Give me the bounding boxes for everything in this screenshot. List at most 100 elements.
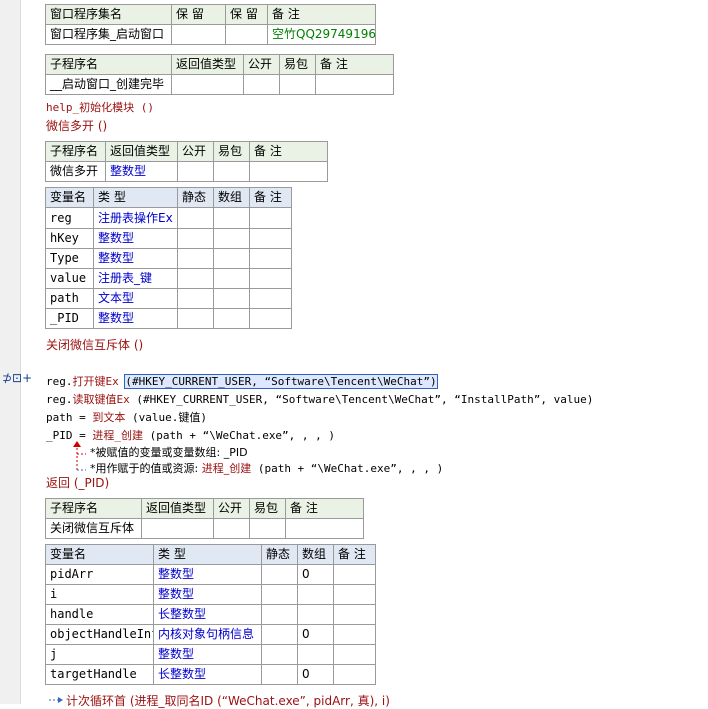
table-cell[interactable] [261, 564, 298, 585]
table-cell[interactable] [225, 24, 268, 45]
var-name-cell[interactable]: handle [45, 604, 154, 625]
table-row[interactable]: path 文本型 [45, 288, 292, 309]
table-row[interactable]: _PID 整数型 [45, 308, 292, 329]
table-cell[interactable] [333, 644, 376, 665]
table-row[interactable]: 关闭微信互斥体 [45, 518, 364, 539]
table-cell[interactable] [315, 74, 394, 95]
code-line-close-mutex[interactable]: 关闭微信互斥体 () [46, 336, 143, 353]
var-name-cell[interactable]: objectHandleInfo [45, 624, 154, 645]
code-line-wechat-multi[interactable]: 微信多开 () [46, 117, 107, 134]
code-line-loop[interactable]: 计次循环首 (进程_取同名ID (“WeChat.exe”, pidArr, 真… [66, 692, 390, 709]
code-args-selected[interactable]: (#HKEY_CURRENT_USER, “Software\Tencent\W… [124, 374, 438, 389]
table-cell[interactable] [177, 228, 214, 249]
breakpoint-marker[interactable]: ⊅⊡+ [2, 371, 32, 385]
table-cell[interactable] [213, 308, 250, 329]
array-cell[interactable]: 0 [297, 664, 334, 685]
code-line-return[interactable]: 返回 (_PID) [46, 474, 109, 491]
table-cell[interactable] [213, 161, 250, 182]
table-cell[interactable] [249, 288, 292, 309]
table-cell[interactable] [249, 161, 328, 182]
var-type-cell[interactable]: 注册表_键 [93, 268, 178, 289]
table-row[interactable]: __启动窗口_创建完毕 [45, 74, 394, 95]
table-cell[interactable] [249, 268, 292, 289]
table-row[interactable]: objectHandleInfo 内核对象句柄信息 0 [45, 624, 376, 645]
remark-cell[interactable]: 空竹QQ2974919645 [267, 24, 376, 45]
table-row[interactable]: 窗口程序集_启动窗口 空竹QQ2974919645 [45, 24, 376, 45]
var-name-cell[interactable]: reg [45, 207, 94, 229]
table-row[interactable]: j 整数型 [45, 644, 376, 665]
table-cell[interactable] [171, 74, 244, 95]
table-cell[interactable] [177, 268, 214, 289]
table-cell[interactable] [213, 288, 250, 309]
var-type-cell[interactable]: 整数型 [153, 584, 262, 605]
var-name-cell[interactable]: j [45, 644, 154, 665]
table-cell[interactable] [213, 268, 250, 289]
var-name-cell[interactable]: targetHandle [45, 664, 154, 685]
table-cell[interactable] [285, 518, 364, 539]
code-line-read-value[interactable]: reg.读取键值Ex (#HKEY_CURRENT_USER, “Softwar… [46, 391, 593, 407]
array-cell[interactable]: 0 [297, 564, 334, 585]
table-cell[interactable] [213, 228, 250, 249]
subroutine-name[interactable]: 关闭微信互斥体 [45, 518, 142, 539]
table-cell[interactable] [261, 644, 298, 665]
array-cell[interactable] [297, 644, 334, 665]
table-cell[interactable] [249, 248, 292, 269]
var-name-cell[interactable]: hKey [45, 228, 94, 249]
return-type-cell[interactable]: 整数型 [105, 161, 178, 182]
table-row[interactable]: value 注册表_键 [45, 268, 292, 289]
array-cell[interactable] [297, 604, 334, 625]
program-set-name[interactable]: 窗口程序集_启动窗口 [45, 24, 172, 45]
table-cell[interactable] [333, 604, 376, 625]
table-cell[interactable] [261, 624, 298, 645]
table-cell[interactable] [333, 564, 376, 585]
subroutine-name[interactable]: 微信多开 [45, 161, 106, 182]
table-row[interactable]: handle 长整数型 [45, 604, 376, 625]
var-type-cell[interactable]: 整数型 [93, 248, 178, 269]
table-cell[interactable] [177, 161, 214, 182]
var-name-cell[interactable]: pidArr [45, 564, 154, 585]
code-line-init[interactable]: help_初始化模块 () [46, 99, 154, 115]
var-type-cell[interactable]: 内核对象句柄信息 [153, 624, 262, 645]
subroutine-name[interactable]: __启动窗口_创建完毕 [45, 74, 172, 95]
table-row[interactable]: Type 整数型 [45, 248, 292, 269]
table-cell[interactable] [177, 288, 214, 309]
table-row[interactable]: 微信多开 整数型 [45, 161, 328, 182]
var-type-cell[interactable]: 整数型 [93, 308, 178, 329]
table-cell[interactable] [177, 308, 214, 329]
table-cell[interactable] [261, 664, 298, 685]
array-cell[interactable] [297, 584, 334, 605]
var-name-cell[interactable]: value [45, 268, 94, 289]
table-row[interactable]: targetHandle 长整数型 0 [45, 664, 376, 685]
array-cell[interactable]: 0 [297, 624, 334, 645]
var-type-cell[interactable]: 整数型 [153, 564, 262, 585]
table-cell[interactable] [249, 207, 292, 229]
table-cell[interactable] [249, 308, 292, 329]
table-cell[interactable] [333, 584, 376, 605]
var-name-cell[interactable]: path [45, 288, 94, 309]
var-type-cell[interactable]: 长整数型 [153, 664, 262, 685]
var-name-cell[interactable]: i [45, 584, 154, 605]
table-cell[interactable] [141, 518, 214, 539]
table-cell[interactable] [171, 24, 226, 45]
code-line-path-assign[interactable]: path = 到文本 (value.键值) [46, 409, 207, 425]
var-name-cell[interactable]: Type [45, 248, 94, 269]
table-cell[interactable] [213, 518, 250, 539]
table-row[interactable]: reg 注册表操作Ex [45, 207, 292, 229]
table-cell[interactable] [177, 207, 214, 229]
table-cell[interactable] [249, 228, 292, 249]
table-cell[interactable] [249, 518, 286, 539]
var-type-cell[interactable]: 整数型 [153, 644, 262, 665]
table-row[interactable]: hKey 整数型 [45, 228, 292, 249]
var-name-cell[interactable]: _PID [45, 308, 94, 329]
table-cell[interactable] [279, 74, 316, 95]
table-row[interactable]: pidArr 整数型 0 [45, 564, 376, 585]
var-type-cell[interactable]: 长整数型 [153, 604, 262, 625]
table-cell[interactable] [261, 584, 298, 605]
table-cell[interactable] [177, 248, 214, 269]
code-line-open-key[interactable]: reg.打开键Ex (#HKEY_CURRENT_USER, “Software… [46, 373, 438, 389]
var-type-cell[interactable]: 注册表操作Ex [93, 207, 178, 229]
table-row[interactable]: i 整数型 [45, 584, 376, 605]
table-cell[interactable] [213, 248, 250, 269]
table-cell[interactable] [261, 604, 298, 625]
var-type-cell[interactable]: 文本型 [93, 288, 178, 309]
